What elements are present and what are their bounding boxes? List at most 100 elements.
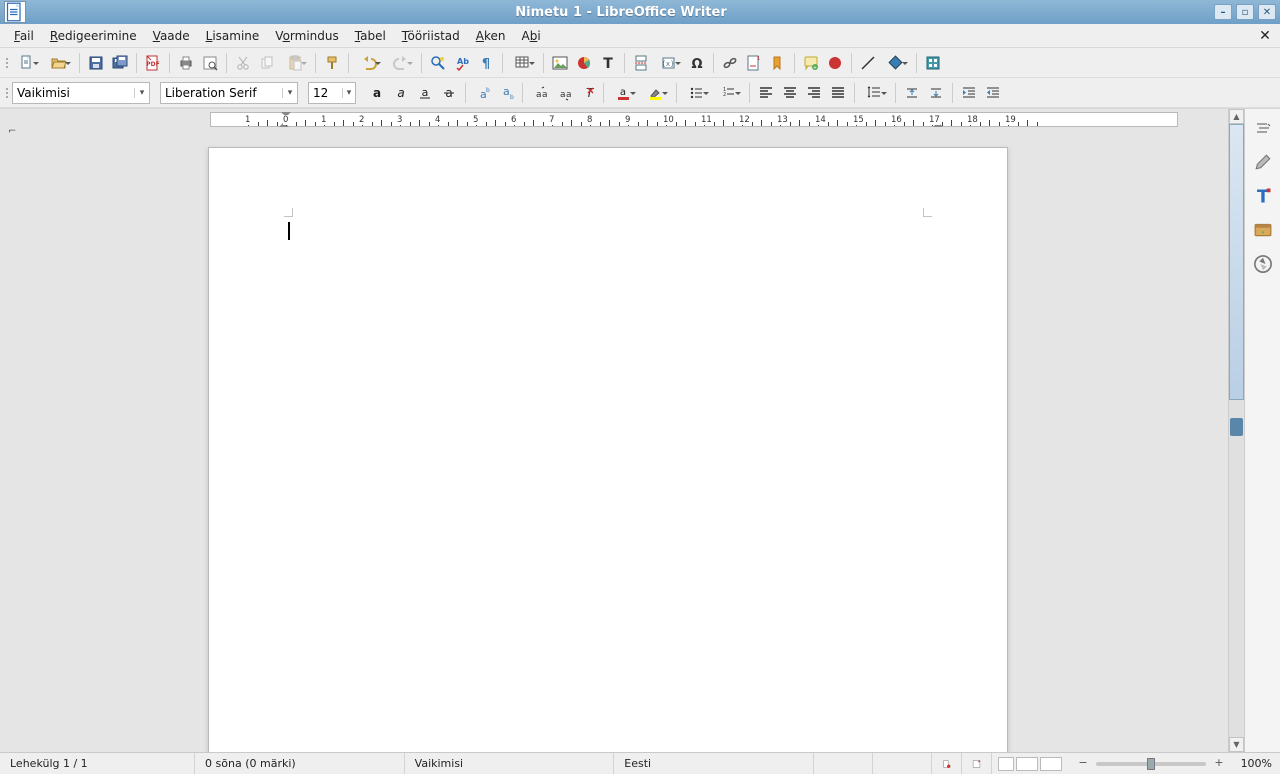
line-spacing-button[interactable] <box>860 82 890 104</box>
print-preview-button[interactable] <box>199 52 221 74</box>
bold-button[interactable]: a <box>366 82 388 104</box>
menu-redigeerimine[interactable]: Redigeerimine <box>42 26 145 46</box>
subscript-button[interactable]: ab <box>495 82 517 104</box>
vertical-scrollbar[interactable]: ▲ ▼ <box>1228 109 1244 752</box>
scroll-down-button[interactable]: ▼ <box>1229 737 1244 752</box>
insert-page-break-button[interactable] <box>630 52 652 74</box>
uppercase-button[interactable]: aa <box>528 82 550 104</box>
status-insert-mode[interactable] <box>814 753 873 774</box>
insert-footnote-button[interactable]: 1 <box>743 52 765 74</box>
align-left-button[interactable] <box>755 82 777 104</box>
export-pdf-button[interactable]: PDF <box>142 52 164 74</box>
insert-chart-button[interactable] <box>573 52 595 74</box>
sidebar-properties-button[interactable] <box>1250 149 1276 175</box>
number-list-button[interactable]: 12 <box>714 82 744 104</box>
minimize-button[interactable]: – <box>1214 4 1232 20</box>
close-window-button[interactable]: ✕ <box>1258 4 1276 20</box>
redo-button[interactable] <box>386 52 416 74</box>
copy-button[interactable] <box>256 52 278 74</box>
spellcheck-button[interactable]: Ab <box>451 52 473 74</box>
sidebar-navigator-button[interactable] <box>1250 251 1276 277</box>
single-page-view-button[interactable] <box>998 757 1014 771</box>
font-size-combo[interactable]: ▾ <box>308 82 356 104</box>
print-button[interactable] <box>175 52 197 74</box>
increase-indent-button[interactable] <box>958 82 980 104</box>
save-as-button[interactable] <box>109 52 131 74</box>
menu-aken[interactable]: Aken <box>468 26 514 46</box>
clone-formatting-button[interactable] <box>321 52 343 74</box>
font-name-combo[interactable]: ▾ <box>160 82 298 104</box>
highlight-button[interactable] <box>641 82 671 104</box>
cut-button[interactable] <box>232 52 254 74</box>
book-view-button[interactable] <box>1040 757 1062 771</box>
menu-fail[interactable]: Fail <box>6 26 42 46</box>
underline-button[interactable]: a <box>414 82 436 104</box>
maximize-button[interactable]: ▫ <box>1236 4 1254 20</box>
show-draw-functions-button[interactable] <box>922 52 944 74</box>
find-replace-button[interactable] <box>427 52 449 74</box>
italic-button[interactable]: a <box>390 82 412 104</box>
font-size-input[interactable] <box>313 86 342 100</box>
decrease-spacing-button[interactable] <box>925 82 947 104</box>
toolbar-grip[interactable] <box>4 58 10 68</box>
toolbar-grip[interactable] <box>4 88 10 98</box>
menu-abi[interactable]: Abi <box>514 26 549 46</box>
menu-tööriistad[interactable]: Tööriistad <box>394 26 468 46</box>
clear-formatting-button[interactable]: T <box>576 82 598 104</box>
formatting-marks-button[interactable]: ¶ <box>475 52 497 74</box>
basic-shapes-button[interactable] <box>881 52 911 74</box>
navigator-knob[interactable] <box>1230 418 1243 436</box>
insert-table-button[interactable] <box>508 52 538 74</box>
track-changes-button[interactable] <box>824 52 846 74</box>
align-justify-button[interactable] <box>827 82 849 104</box>
menu-vaade[interactable]: Vaade <box>145 26 198 46</box>
sidebar-settings-button[interactable] <box>1250 115 1276 141</box>
status-word-count[interactable]: 0 sõna (0 märki) <box>195 753 405 774</box>
menu-lisamine[interactable]: Lisamine <box>198 26 268 46</box>
insert-textbox-button[interactable]: T <box>597 52 619 74</box>
insert-special-char-button[interactable]: Ω <box>686 52 708 74</box>
new-document-button[interactable] <box>12 52 42 74</box>
insert-bookmark-button[interactable] <box>767 52 789 74</box>
menu-tabel[interactable]: Tabel <box>347 26 394 46</box>
font-name-input[interactable] <box>165 86 282 100</box>
save-button[interactable] <box>85 52 107 74</box>
lowercase-button[interactable]: aa <box>552 82 574 104</box>
zoom-in-button[interactable]: + <box>1212 757 1226 771</box>
status-signature[interactable] <box>932 753 962 774</box>
insert-hyperlink-button[interactable] <box>719 52 741 74</box>
zoom-slider-thumb[interactable] <box>1147 758 1155 770</box>
align-right-button[interactable] <box>803 82 825 104</box>
status-language[interactable]: Eesti <box>614 753 814 774</box>
horizontal-ruler[interactable]: 1012345678910111213141516171819 <box>210 112 1178 127</box>
status-page[interactable]: Lehekülg 1 / 1 <box>0 753 195 774</box>
paste-button[interactable] <box>280 52 310 74</box>
strikethrough-button[interactable]: a <box>438 82 460 104</box>
scroll-up-button[interactable]: ▲ <box>1229 109 1244 124</box>
undo-button[interactable] <box>354 52 384 74</box>
menu-vormindus[interactable]: Vormindus <box>267 26 346 46</box>
page[interactable] <box>208 147 1008 752</box>
bullet-list-button[interactable] <box>682 82 712 104</box>
scroll-track[interactable] <box>1229 124 1244 737</box>
insert-line-button[interactable] <box>857 52 879 74</box>
sidebar-gallery-button[interactable] <box>1250 217 1276 243</box>
multi-page-view-button[interactable] <box>1016 757 1038 771</box>
zoom-slider[interactable] <box>1096 762 1206 766</box>
zoom-out-button[interactable]: − <box>1076 757 1090 771</box>
document-scroll-area[interactable] <box>0 127 1228 752</box>
open-button[interactable] <box>44 52 74 74</box>
paragraph-style-combo[interactable]: ▾ <box>12 82 150 104</box>
align-center-button[interactable] <box>779 82 801 104</box>
superscript-button[interactable]: ab <box>471 82 493 104</box>
insert-field-button[interactable]: {x} <box>654 52 684 74</box>
close-document-button[interactable]: ✕ <box>1256 28 1274 44</box>
scroll-thumb[interactable] <box>1229 124 1244 400</box>
font-color-button[interactable]: a <box>609 82 639 104</box>
insert-comment-button[interactable]: + <box>800 52 822 74</box>
paragraph-style-input[interactable] <box>17 86 134 100</box>
increase-spacing-button[interactable] <box>901 82 923 104</box>
status-selection-mode[interactable] <box>873 753 932 774</box>
zoom-value[interactable]: 100% <box>1232 757 1272 770</box>
status-page-style[interactable]: Vaikimisi <box>405 753 615 774</box>
